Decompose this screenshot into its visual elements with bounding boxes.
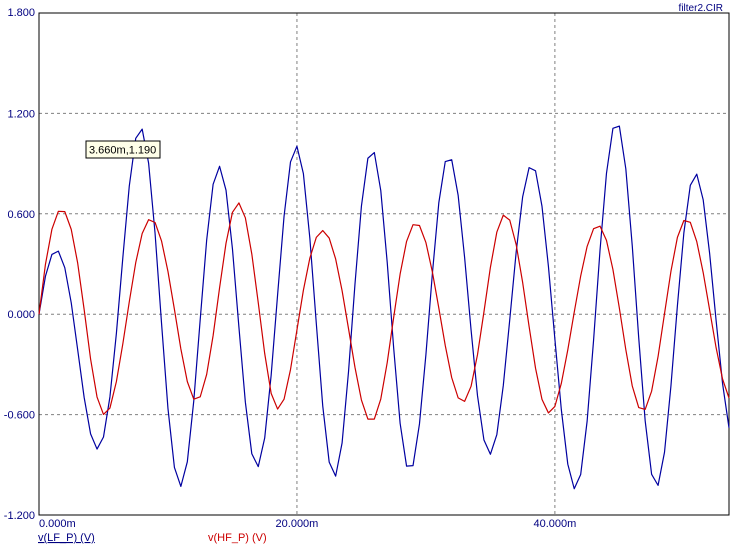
legend-series-lf[interactable]: v(LF_P) (V): [38, 532, 95, 544]
cursor-tooltip: 3.660m,1.190: [85, 140, 161, 159]
y-tick-label: 0.000: [7, 309, 35, 321]
x-tick-label: 40.000m: [533, 518, 576, 530]
x-tick-label: 20.000m: [276, 518, 319, 530]
tooltip-value: 3.660m,1.190: [89, 145, 156, 157]
legend-series-hf[interactable]: v(HF_P) (V): [208, 532, 267, 544]
transient-plot: 1.800 1.200 0.600 0.000 -0.600 -1.200 0.000m 2…: [0, 0, 730, 544]
y-tick-label: 0.600: [7, 209, 35, 221]
y-tick-label: 1.800: [7, 7, 35, 19]
file-name-label: filter2.CIR: [679, 3, 723, 14]
y-tick-label: -0.600: [4, 410, 35, 422]
plot-background: [0, 0, 730, 544]
y-tick-label: -1.200: [4, 510, 35, 522]
y-tick-label: 1.200: [7, 108, 35, 120]
x-tick-label: 0.000m: [39, 518, 76, 530]
